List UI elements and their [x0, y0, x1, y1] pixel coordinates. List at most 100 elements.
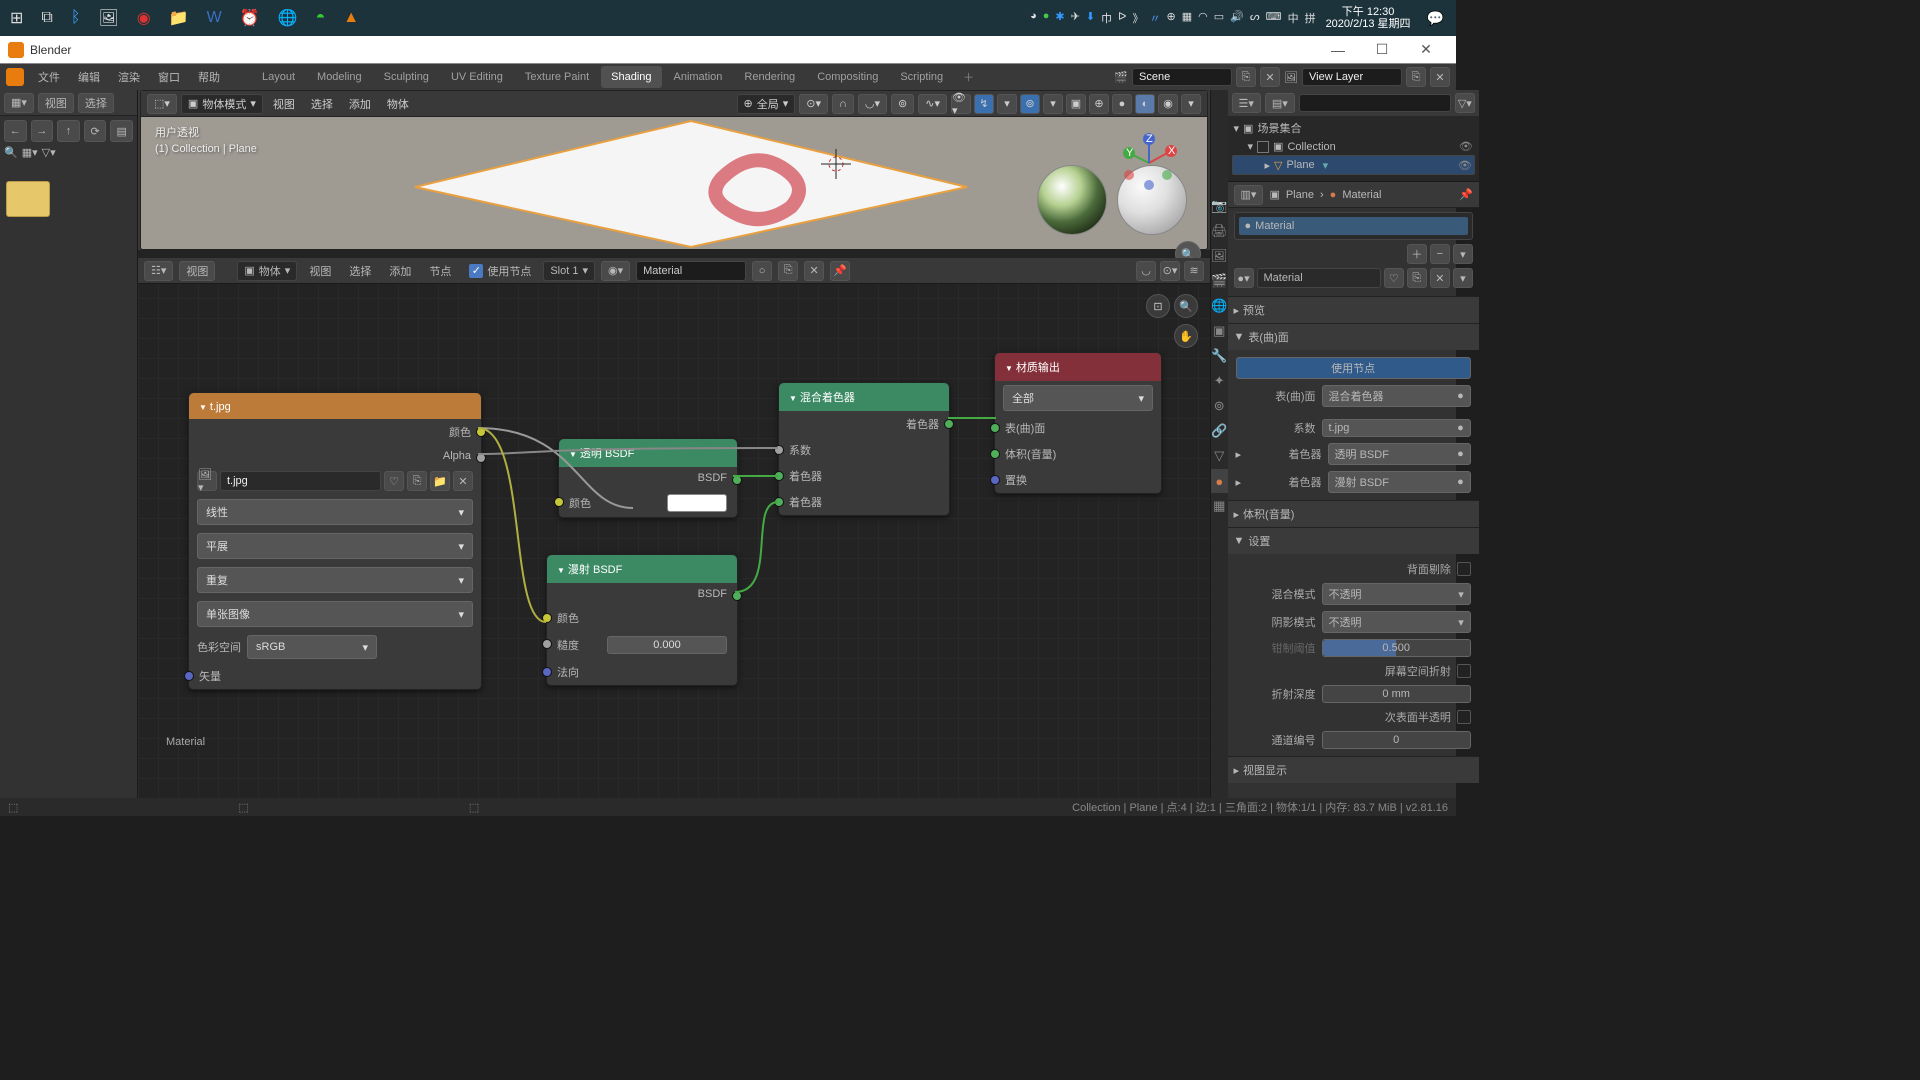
- editor-type-button[interactable]: ☰▾: [1232, 93, 1261, 113]
- plane-object[interactable]: [411, 119, 971, 249]
- shade-solid[interactable]: ●: [1112, 94, 1132, 114]
- tab-modifier-icon[interactable]: 🔧: [1211, 344, 1228, 368]
- nav-back-button[interactable]: ←: [4, 120, 27, 142]
- nav-up-button[interactable]: ↑: [57, 120, 80, 142]
- backface-checkbox[interactable]: [1457, 562, 1471, 576]
- display-button[interactable]: ▦▾: [22, 146, 38, 159]
- nav-fwd-button[interactable]: →: [31, 120, 54, 142]
- system-tray[interactable]: ◕●✱✈ ⬇巾ᐅ》〃 ⊕▦◠▭🔊ᔕ⌨ 中 拼: [1030, 10, 1315, 26]
- tab-material-icon[interactable]: ●: [1211, 469, 1228, 493]
- overlay-button[interactable]: ≋: [1184, 261, 1204, 281]
- minimize-button[interactable]: —: [1316, 42, 1360, 58]
- tab-scene-icon[interactable]: 🎬: [1211, 269, 1228, 293]
- node-diffuse-bsdf[interactable]: ▼漫射 BSDF BSDF 颜色 糙度0.000 法向: [546, 554, 738, 686]
- snap-opts[interactable]: ⊙▾: [1160, 261, 1180, 281]
- mat-unlink-button[interactable]: ✕: [1430, 268, 1450, 288]
- menu-render[interactable]: 渲染: [110, 65, 148, 89]
- surface-shader-select[interactable]: 混合着色器●: [1322, 385, 1471, 407]
- shade-lookdev[interactable]: ◐: [1135, 94, 1155, 114]
- tab-animation[interactable]: Animation: [664, 66, 733, 88]
- viewlayer-del-button[interactable]: ✕: [1430, 67, 1450, 87]
- roughness-input[interactable]: 0.000: [607, 636, 727, 654]
- vp-menu-object[interactable]: 物体: [381, 96, 415, 112]
- tab-sculpting[interactable]: Sculpting: [374, 66, 439, 88]
- source-select[interactable]: 单张图像▾: [197, 601, 473, 627]
- shade-render[interactable]: ◉: [1158, 94, 1178, 114]
- tree-plane[interactable]: ▸▽Plane▾👁: [1232, 155, 1475, 175]
- panel-volume[interactable]: ▸体积(音量): [1228, 500, 1479, 527]
- use-nodes-checkbox[interactable]: ✓ 使用节点: [463, 263, 537, 279]
- blender-icon[interactable]: ▲: [343, 9, 359, 27]
- unlink-image-button[interactable]: ✕: [453, 471, 473, 491]
- slot-menu-button[interactable]: ▾: [1453, 244, 1473, 264]
- tab-scripting[interactable]: Scripting: [890, 66, 953, 88]
- color-input[interactable]: [667, 494, 727, 512]
- tab-shading[interactable]: Shading: [601, 66, 661, 88]
- breadcrumb-object[interactable]: Plane: [1286, 189, 1314, 201]
- tab-physics-icon[interactable]: ⊚: [1211, 394, 1228, 418]
- tab-layout[interactable]: Layout: [252, 66, 305, 88]
- snap-button[interactable]: ◡: [1136, 261, 1156, 281]
- node-transparent-bsdf[interactable]: ▼透明 BSDF BSDF 颜色: [558, 438, 738, 518]
- shader2-select[interactable]: 漫射 BSDF●: [1328, 471, 1471, 493]
- app-icon[interactable]: 🖼: [98, 8, 118, 28]
- viewlayer-new-button[interactable]: ⎘: [1406, 67, 1426, 87]
- ne-menu-select[interactable]: 选择: [343, 263, 377, 279]
- fb-menu-view[interactable]: 视图: [38, 93, 74, 113]
- snap-opts-button[interactable]: ◡▾: [858, 94, 887, 114]
- panel-viewport[interactable]: ▸视图显示: [1228, 756, 1479, 783]
- mat-fake-button[interactable]: ♡: [1384, 268, 1404, 288]
- menu-file[interactable]: 文件: [30, 65, 68, 89]
- fake-user-button[interactable]: ♡: [384, 471, 404, 491]
- tab-modeling[interactable]: Modeling: [307, 66, 372, 88]
- blend-mode-select[interactable]: 不透明▾: [1322, 583, 1471, 605]
- shade-wire[interactable]: ⊕: [1089, 94, 1109, 114]
- vp-menu-view[interactable]: 视图: [267, 96, 301, 112]
- visibility-icon[interactable]: 👁▾: [951, 94, 971, 114]
- tab-particle-icon[interactable]: ✦: [1211, 369, 1228, 393]
- image-browse-button[interactable]: 🖼▾: [197, 471, 217, 491]
- tab-data-icon[interactable]: ▽: [1211, 444, 1228, 468]
- mat-new-button[interactable]: ⎘: [778, 261, 798, 281]
- node-image-texture[interactable]: ▼t.jpg 颜色 Alpha 🖼▾ t.jpg ♡ ⎘ 📁 ✕ 线性▾ 平展▾…: [188, 392, 482, 690]
- interp-select[interactable]: 线性▾: [197, 499, 473, 525]
- refraction-depth-input[interactable]: 0 mm: [1322, 685, 1471, 703]
- app-icon[interactable]: ◉: [137, 8, 151, 28]
- shader-type-select[interactable]: ▣物体▾: [237, 261, 297, 281]
- blender-icon[interactable]: [6, 68, 24, 86]
- tab-viewlayer-icon[interactable]: 🖼: [1211, 244, 1228, 268]
- editor-type-button[interactable]: ▦▾: [4, 93, 34, 113]
- shader1-select[interactable]: 透明 BSDF●: [1328, 443, 1471, 465]
- slot-select[interactable]: Slot 1▾: [543, 261, 595, 281]
- filter-button[interactable]: ▽▾: [1455, 93, 1475, 113]
- target-select[interactable]: 全部▾: [1003, 385, 1153, 411]
- explorer-icon[interactable]: 📁: [169, 8, 189, 28]
- editor-type-button[interactable]: ⬚▾: [147, 94, 177, 114]
- navigation-gizmo[interactable]: X Y Z: [1119, 133, 1179, 193]
- mat-fake-button[interactable]: ○: [752, 261, 772, 281]
- menu-window[interactable]: 窗口: [150, 65, 188, 89]
- material-name-input[interactable]: Material: [1257, 268, 1381, 288]
- overlay-toggle[interactable]: ⊚: [1020, 94, 1040, 114]
- shadow-mode-select[interactable]: 不透明▾: [1322, 611, 1471, 633]
- tab-uv[interactable]: UV Editing: [441, 66, 513, 88]
- snap-button[interactable]: ∩: [832, 94, 854, 114]
- mode-select[interactable]: ▣物体模式▾: [181, 94, 263, 114]
- proportional-button[interactable]: ⊚: [891, 94, 914, 114]
- breadcrumb-material[interactable]: Material: [1342, 189, 1381, 201]
- panel-surface[interactable]: ▼表(曲)面: [1228, 323, 1479, 350]
- prop-opts-button[interactable]: ∿▾: [918, 94, 947, 114]
- pan-icon[interactable]: ✋: [1174, 324, 1198, 348]
- zoom-icon[interactable]: 🔍: [1174, 294, 1198, 318]
- slot-remove-button[interactable]: −: [1430, 244, 1450, 264]
- display-mode-button[interactable]: ▤▾: [1265, 93, 1295, 113]
- editor-type-button[interactable]: ▥▾: [1234, 185, 1264, 205]
- wechat-icon[interactable]: ◓: [316, 9, 326, 27]
- pass-index-input[interactable]: 0: [1322, 731, 1471, 749]
- new-image-button[interactable]: ⎘: [407, 471, 427, 491]
- ssr-checkbox[interactable]: [1457, 664, 1471, 678]
- scene-new-button[interactable]: ⎘: [1236, 67, 1256, 87]
- outliner-search[interactable]: [1299, 94, 1451, 112]
- fb-menu-select[interactable]: 选择: [78, 93, 114, 113]
- filter-button[interactable]: ▽▾: [42, 146, 56, 159]
